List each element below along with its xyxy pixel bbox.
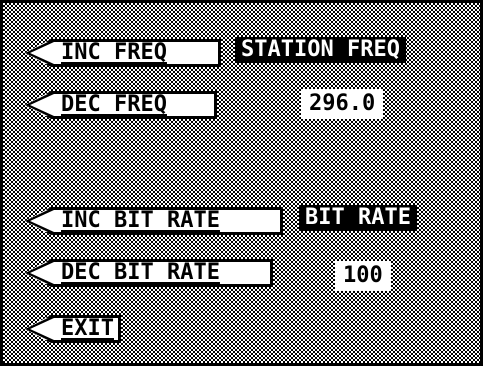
dec-freq-label: DEC FREQ: [61, 92, 167, 117]
inc-bit-rate-button[interactable]: INC BIT RATE: [25, 207, 283, 235]
station-freq-value: 296.0: [301, 89, 384, 119]
exit-button[interactable]: EXIT: [25, 315, 121, 343]
dec-bit-rate-label: DEC BIT RATE: [61, 260, 220, 285]
inc-freq-button[interactable]: INC FREQ: [25, 39, 221, 67]
station-freq-heading: STATION FREQ: [235, 37, 406, 63]
bit-rate-heading: BIT RATE: [299, 205, 417, 231]
inc-freq-label: INC FREQ: [61, 40, 167, 65]
dec-freq-button[interactable]: DEC FREQ: [25, 91, 217, 119]
dec-bit-rate-button[interactable]: DEC BIT RATE: [25, 259, 273, 287]
exit-label: EXIT: [61, 316, 114, 341]
inc-bit-rate-label: INC BIT RATE: [61, 208, 220, 233]
bit-rate-value: 100: [335, 261, 391, 291]
lcd-screen: INC FREQ DEC FREQ INC BIT RATE DEC BIT R…: [0, 0, 483, 366]
